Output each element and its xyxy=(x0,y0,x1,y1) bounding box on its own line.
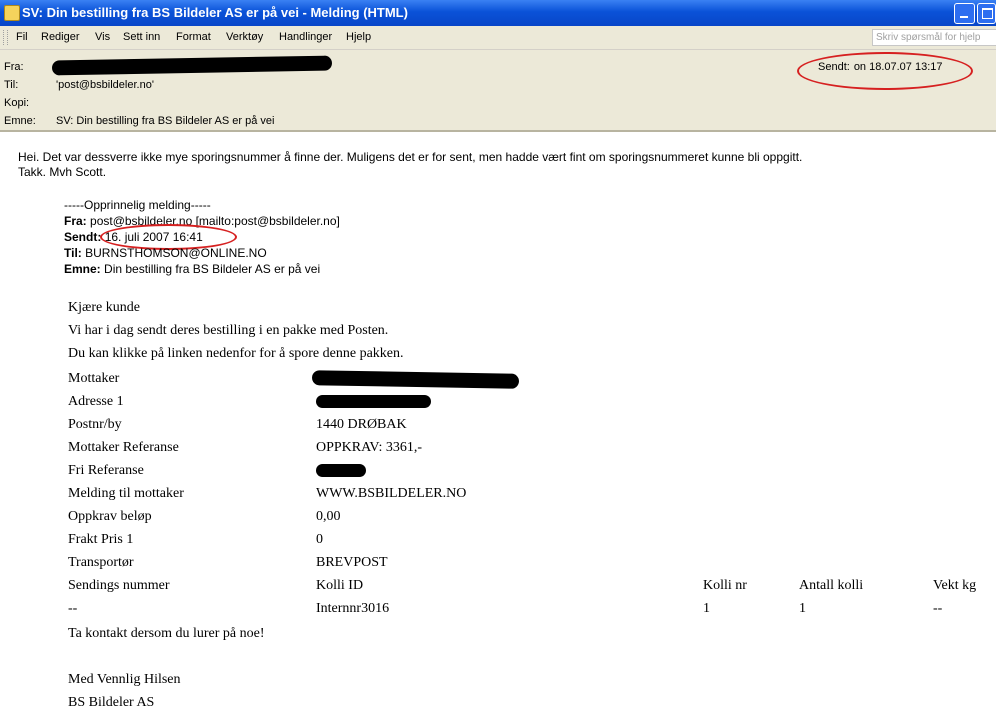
field-label: Transportør xyxy=(68,555,134,570)
help-search-box xyxy=(872,29,996,46)
table-header: Kolli nr xyxy=(703,578,747,593)
table-cell: -- xyxy=(68,601,78,616)
menu-verktoy[interactable]: Verktøy xyxy=(226,31,263,43)
reply-line-2: Takk. Mvh Scott. xyxy=(18,165,107,179)
recipient-redacted xyxy=(311,370,520,389)
cc-label: Kopi: xyxy=(4,97,30,109)
to-value[interactable]: 'post@bsbildeler.no' xyxy=(56,79,154,91)
menu-handlinger[interactable]: Handlinger xyxy=(279,31,332,43)
field-label: Oppkrav beløp xyxy=(68,509,152,524)
table-cell: 1 xyxy=(799,601,806,616)
orig-from-label: Fra: xyxy=(64,214,87,228)
field-label: Fri Referanse xyxy=(68,463,144,478)
message-header: Fra: Til: 'post@bsbildeler.no' Kopi: Emn… xyxy=(0,50,996,132)
orig-subject: Emne: Din bestilling fra BS Bildeler AS … xyxy=(64,262,320,276)
orig-to-label: Til: xyxy=(64,246,82,260)
orig-subject-value: Din bestilling fra BS Bildeler AS er på … xyxy=(104,262,321,276)
to-label: Til: xyxy=(4,79,19,91)
table-cell: 1 xyxy=(703,601,710,616)
field-value: 0 xyxy=(316,532,323,547)
menu-vis[interactable]: Vis xyxy=(95,31,110,43)
contact-text: Ta kontakt dersom du lurer på noe! xyxy=(68,626,265,641)
table-cell: -- xyxy=(933,601,943,616)
subject-value: SV: Din bestilling fra BS Bildeler AS er… xyxy=(56,115,275,127)
orig-subject-label: Emne: xyxy=(64,262,101,276)
message-icon xyxy=(4,5,20,21)
field-label: Frakt Pris 1 xyxy=(68,532,134,547)
window-title: SV: Din bestilling fra BS Bildeler AS er… xyxy=(22,5,408,20)
help-search-input[interactable] xyxy=(873,30,996,45)
menu-fil[interactable]: Fil xyxy=(16,31,28,43)
orig-to-value: BURNSTHOMSON@ONLINE.NO xyxy=(85,246,267,260)
table-header: Vekt kg xyxy=(933,578,977,593)
maximize-button[interactable] xyxy=(977,3,996,24)
table-header: Sendings nummer xyxy=(68,578,170,593)
signature-text: BS Bildeler AS xyxy=(68,695,155,710)
field-label: Adresse 1 xyxy=(68,394,124,409)
sent-highlight-ellipse xyxy=(797,52,973,90)
address-redacted xyxy=(316,395,431,408)
menu-format[interactable]: Format xyxy=(176,31,211,43)
table-header: Kolli ID xyxy=(316,578,364,593)
reply-text: Hei. Det var dessverre ikke mye sporings… xyxy=(18,150,802,180)
field-value: WWW.BSBILDELER.NO xyxy=(316,486,467,501)
menu-sett-inn[interactable]: Sett inn xyxy=(123,31,160,43)
from-label: Fra: xyxy=(4,61,24,73)
field-value: OPPKRAV: 3361,- xyxy=(316,440,423,455)
orig-to: Til: BURNSTHOMSON@ONLINE.NO xyxy=(64,246,267,260)
minimize-button[interactable] xyxy=(954,3,975,24)
orig-sent-label: Sendt: xyxy=(64,230,102,244)
intro-line-1: Vi har i dag sendt deres bestilling i en… xyxy=(68,323,389,338)
table-cell: Internnr3016 xyxy=(316,601,390,616)
from-redacted xyxy=(51,55,333,76)
subject-label: Emne: xyxy=(4,115,36,127)
menu-bar: Fil Rediger Vis Sett inn Format Verktøy … xyxy=(0,26,996,50)
field-label: Mottaker Referanse xyxy=(68,440,179,455)
orig-separator: -----Opprinnelig melding----- xyxy=(64,198,211,212)
field-value: BREVPOST xyxy=(316,555,388,570)
reply-line-1: Hei. Det var dessverre ikke mye sporings… xyxy=(18,150,803,164)
intro-line-2: Du kan klikke på linken nedenfor for å s… xyxy=(68,346,404,361)
closing-text: Med Vennlig Hilsen xyxy=(68,672,181,687)
title-bar: SV: Din bestilling fra BS Bildeler AS er… xyxy=(0,0,996,26)
field-value: 1440 DRØBAK xyxy=(316,417,407,432)
reference-redacted xyxy=(316,464,366,477)
menu-rediger[interactable]: Rediger xyxy=(41,31,80,43)
table-header: Antall kolli xyxy=(799,578,864,593)
greeting: Kjære kunde xyxy=(68,300,140,315)
field-label: Mottaker xyxy=(68,371,120,386)
field-label: Postnr/by xyxy=(68,417,122,432)
field-label: Melding til mottaker xyxy=(68,486,184,501)
field-value: 0,00 xyxy=(316,509,341,524)
message-body: Hei. Det var dessverre ikke mye sporings… xyxy=(0,132,996,713)
menu-hjelp[interactable]: Hjelp xyxy=(346,31,371,43)
toolbar-grip-handle[interactable] xyxy=(3,30,8,45)
